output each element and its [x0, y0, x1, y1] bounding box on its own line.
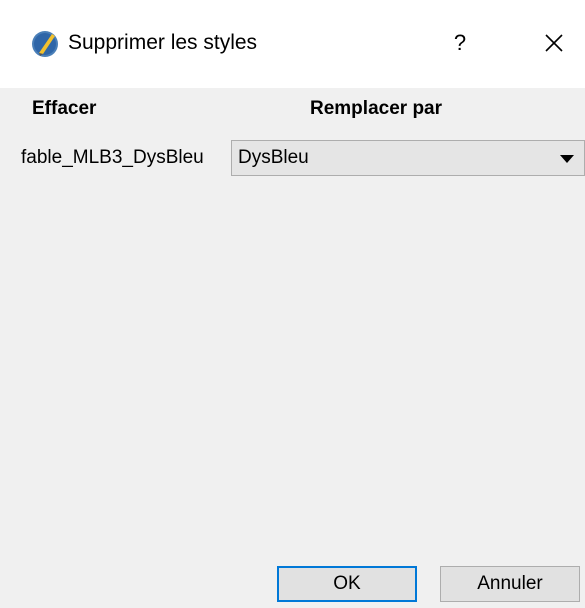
title-bar: Supprimer les styles ? — [0, 0, 585, 88]
column-header-replace: Remplacer par — [310, 98, 443, 119]
delete-styles-dialog: Supprimer les styles ? Effacer Remplacer… — [0, 0, 585, 608]
replacement-style-dropdown[interactable]: DysBleu — [231, 140, 585, 176]
chevron-down-icon — [560, 155, 574, 163]
cancel-button[interactable]: Annuler — [440, 566, 580, 602]
ok-button[interactable]: OK — [277, 566, 417, 602]
dialog-content: Effacer Remplacer par fable_MLB3_DysBleu… — [0, 88, 585, 608]
replacement-style-value: DysBleu — [238, 147, 309, 168]
style-name-label: fable_MLB3_DysBleu — [21, 147, 204, 168]
column-header-delete: Effacer — [32, 98, 97, 119]
close-icon — [545, 34, 563, 52]
close-button[interactable] — [530, 22, 578, 64]
help-button[interactable]: ? — [440, 22, 480, 64]
app-icon — [30, 29, 60, 59]
dialog-title: Supprimer les styles — [68, 31, 258, 54]
